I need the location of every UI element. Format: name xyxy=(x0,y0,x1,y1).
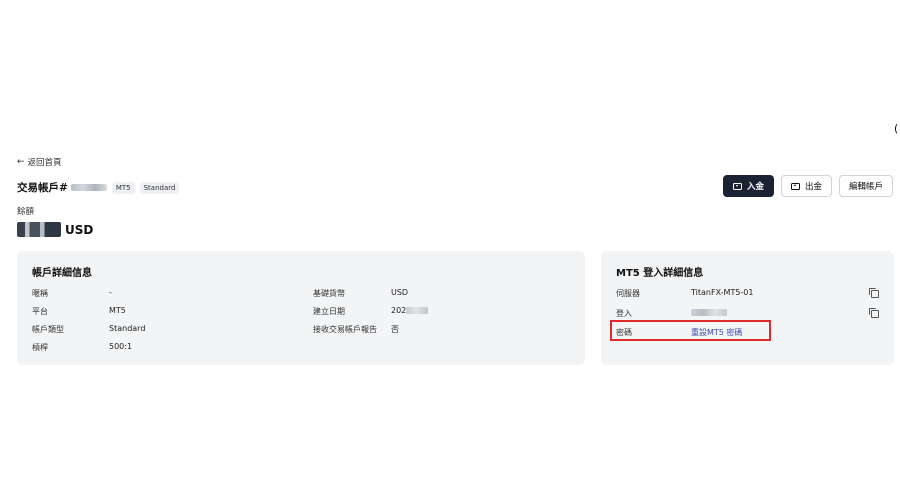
nickname-label: 暱稱 xyxy=(32,289,48,298)
redacted-date xyxy=(406,307,429,314)
platform-chip: MT5 xyxy=(111,181,135,194)
server-value: TitanFX-MT5-01 xyxy=(691,288,754,297)
nickname-value: - xyxy=(109,288,112,297)
report-label: 接收交易帳戶報告 xyxy=(313,325,377,334)
login-label: 登入 xyxy=(616,309,632,318)
withdraw-icon xyxy=(790,182,800,190)
balance-label: 餘額 xyxy=(17,207,35,217)
copy-login-icon[interactable] xyxy=(869,308,879,318)
balance-value: USD xyxy=(17,222,93,237)
account-type-label: 帳戶類型 xyxy=(32,325,64,334)
edge-glyph: ( xyxy=(894,122,899,135)
account-type-value: Standard xyxy=(109,324,146,333)
leverage-label: 槓桿 xyxy=(32,343,48,352)
copy-server-icon[interactable] xyxy=(869,288,879,298)
back-label: 返回首頁 xyxy=(27,158,62,168)
mt5-details-card: MT5 登入詳細信息 伺服器 TitanFX-MT5-01 登入 密碼 重設MT… xyxy=(601,251,894,365)
withdraw-button[interactable]: 出金 xyxy=(780,175,832,197)
mt5-details-title: MT5 登入詳細信息 xyxy=(616,268,704,279)
base-currency-label: 基礎貨幣 xyxy=(313,289,345,298)
back-to-home-link[interactable]: ← 返回首頁 xyxy=(17,156,62,168)
base-currency-value: USD xyxy=(391,288,409,297)
account-title: 交易帳戶# xyxy=(17,180,107,195)
created-date-value: 202 xyxy=(391,306,429,315)
account-type-chip: Standard xyxy=(139,181,180,194)
account-details-card: 帳戶詳細信息 暱稱 - 平台 MT5 帳戶類型 Standard 槓桿 500:… xyxy=(17,251,585,365)
reset-mt5-password-link[interactable]: 重設MT5 密碼 xyxy=(691,327,742,338)
deposit-button[interactable]: 入金 xyxy=(722,175,774,197)
server-label: 伺服器 xyxy=(616,289,640,298)
created-date-label: 建立日期 xyxy=(313,307,345,316)
leverage-value: 500:1 xyxy=(109,342,133,351)
platform-value: MT5 xyxy=(109,306,126,315)
deposit-icon xyxy=(732,182,742,190)
account-header: 交易帳戶# MT5 Standard xyxy=(17,180,180,195)
password-label: 密碼 xyxy=(616,328,632,337)
platform-label: 平台 xyxy=(32,307,48,316)
redacted-balance-amount xyxy=(17,222,61,237)
redacted-login xyxy=(691,309,727,316)
report-value: 否 xyxy=(391,325,399,334)
arrow-left-icon: ← xyxy=(17,157,25,167)
account-actions: 入金 出金 編輯帳戶 xyxy=(722,175,893,197)
balance-currency: USD xyxy=(65,222,94,237)
redacted-account-number xyxy=(70,184,107,191)
account-details-title: 帳戶詳細信息 xyxy=(32,268,92,279)
edit-account-button[interactable]: 編輯帳戶 xyxy=(838,175,893,197)
